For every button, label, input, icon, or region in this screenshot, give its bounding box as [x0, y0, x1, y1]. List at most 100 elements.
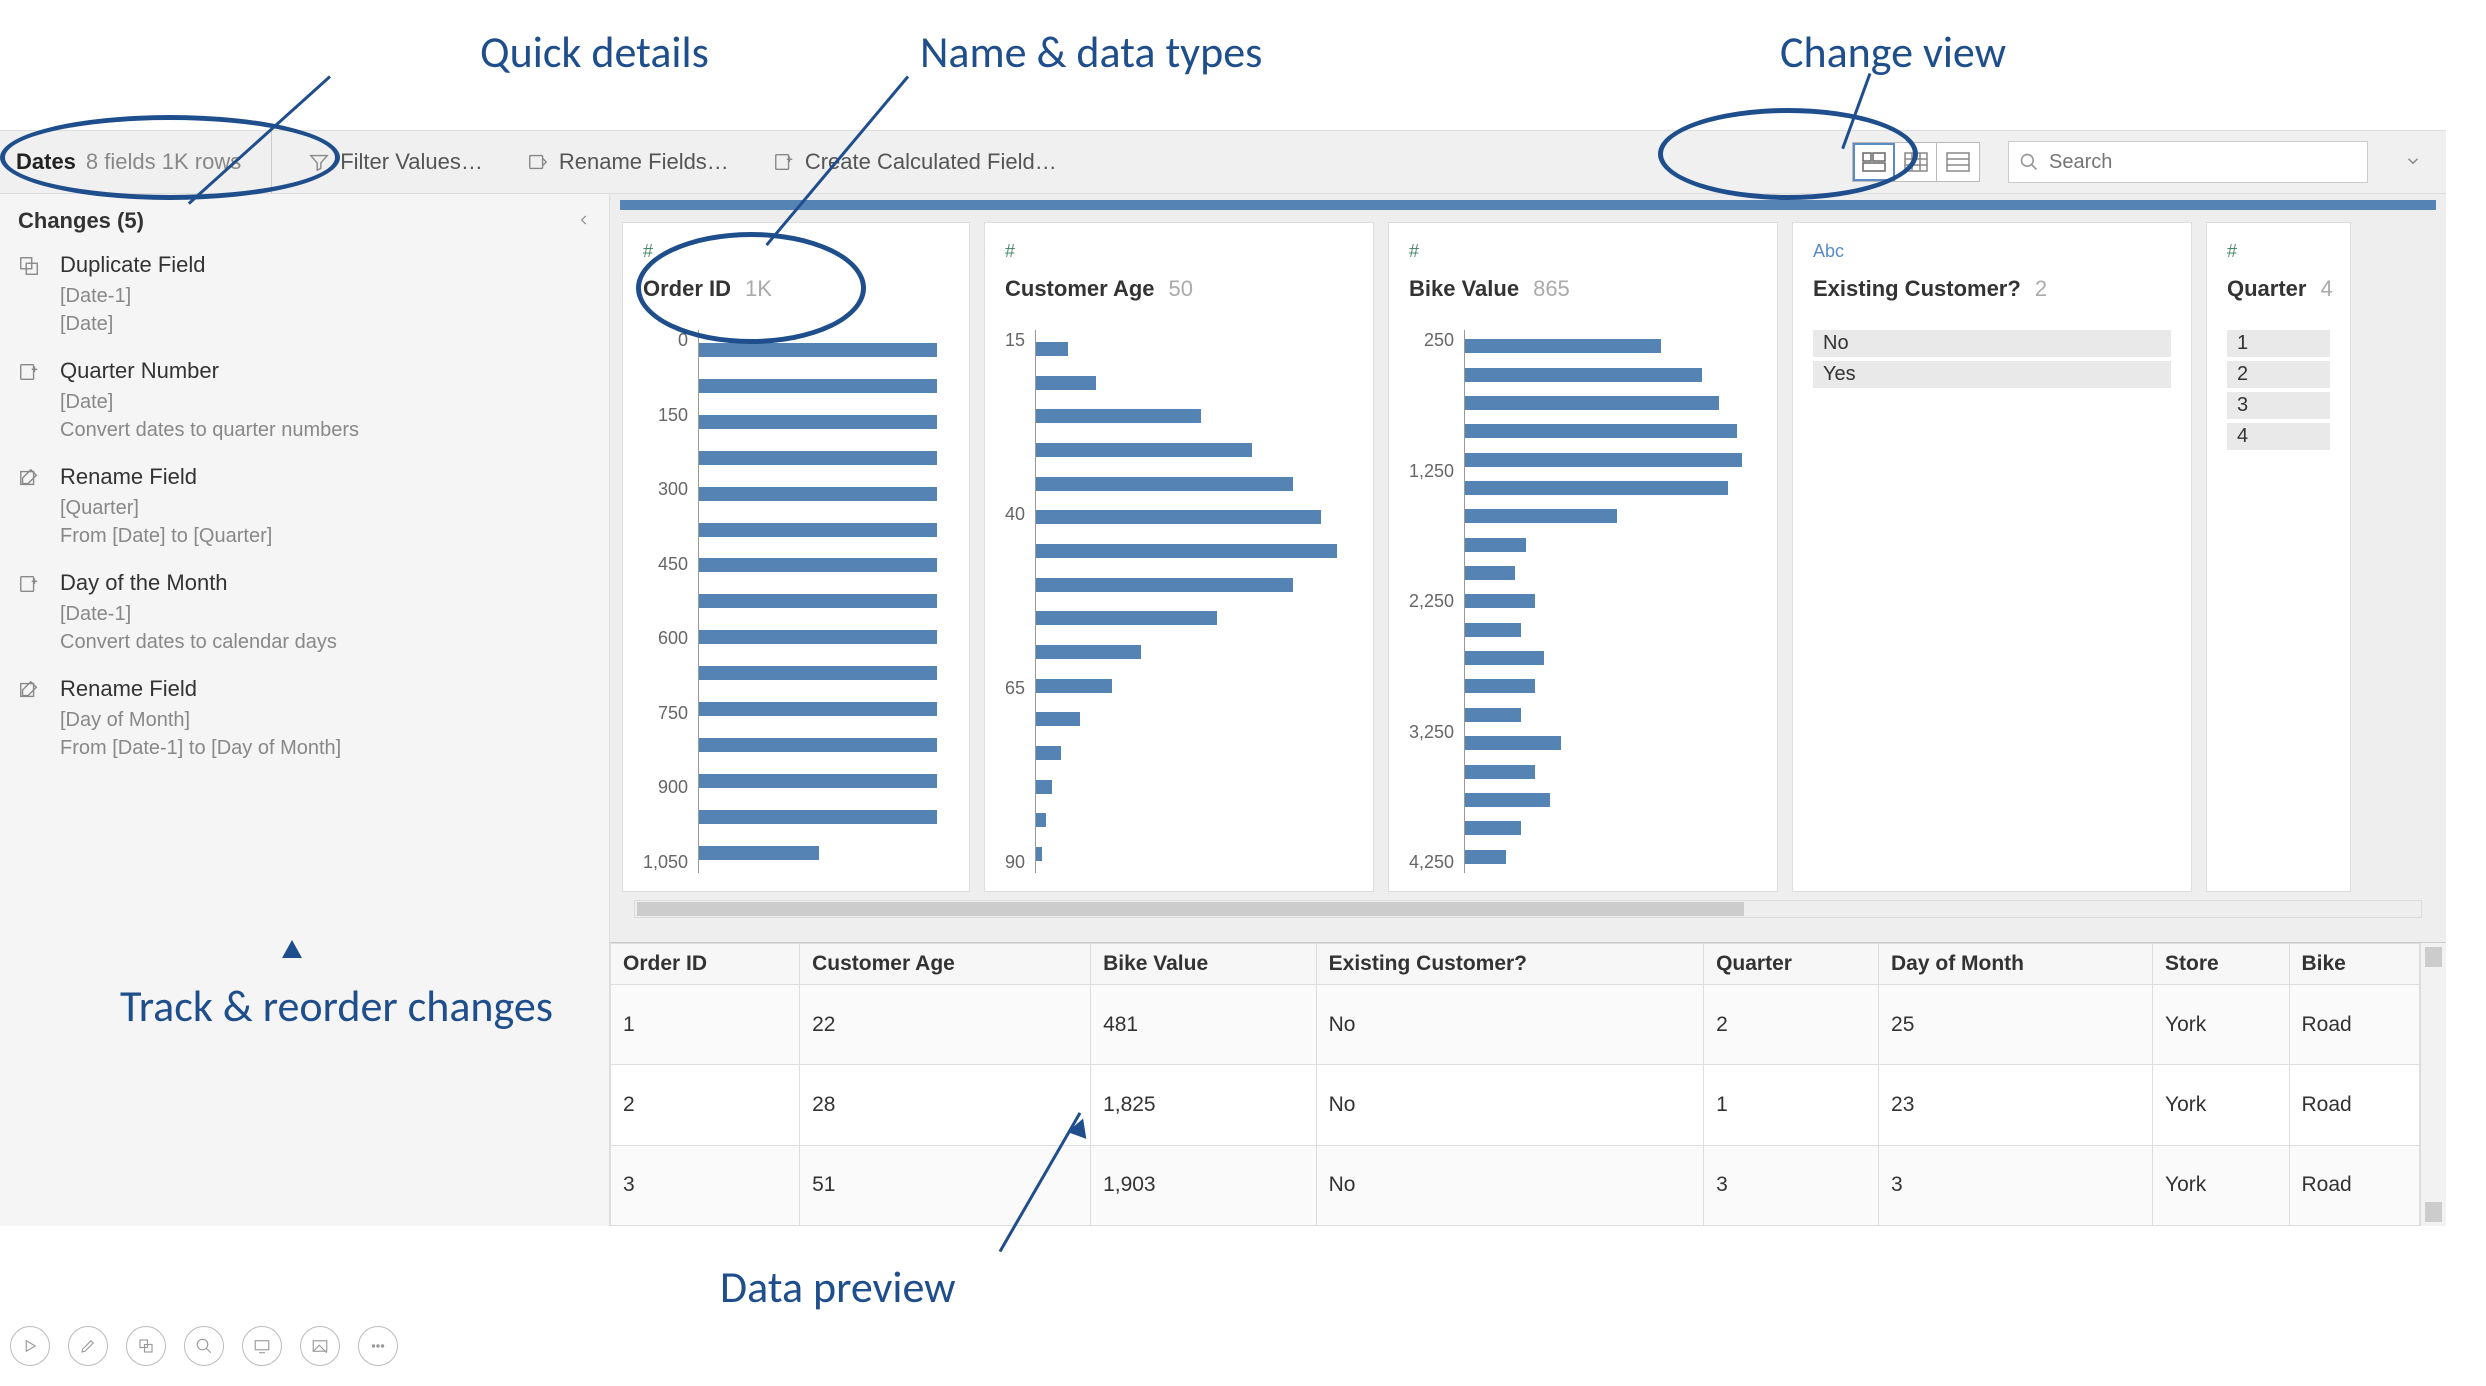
change-sub: From [Date] to [Quarter] — [60, 522, 591, 550]
column-header[interactable]: Day of Month — [1879, 944, 2153, 985]
footer-monitor-button[interactable] — [242, 1326, 282, 1366]
cell: 22 — [800, 985, 1091, 1065]
profile-card-orderid[interactable]: # Order ID1K 01503004506007509001,050 — [622, 222, 970, 892]
card-chart: 15406590 — [1005, 330, 1353, 873]
type-indicator: # — [1005, 241, 1353, 262]
cell: Road — [2289, 985, 2420, 1065]
footer-play-button[interactable] — [10, 1326, 50, 1366]
cards-hscrollbar[interactable] — [634, 900, 2422, 918]
footer-edit-button[interactable] — [68, 1326, 108, 1366]
change-title: Quarter Number — [60, 358, 591, 384]
category-row[interactable]: 2 — [2227, 361, 2330, 388]
cell: 1,903 — [1091, 1145, 1317, 1225]
card-count: 2 — [2035, 276, 2047, 302]
main-panel: # Order ID1K 01503004506007509001,050# C… — [610, 194, 2446, 1226]
duplicate-icon — [18, 255, 46, 338]
change-item[interactable]: Rename Field [Quarter] From [Date] to [Q… — [18, 464, 591, 550]
change-item[interactable]: Rename Field [Day of Month] From [Date-1… — [18, 676, 591, 762]
change-sub: Convert dates to calendar days — [60, 628, 591, 656]
annotation-change-view: Change view — [1780, 25, 2006, 79]
source-meta: 8 fields 1K rows — [86, 149, 241, 175]
view-switcher — [1852, 142, 1980, 182]
view-list-button[interactable] — [1937, 143, 1979, 181]
card-chart: No Yes — [1813, 330, 2171, 873]
expand-chevron[interactable] — [2396, 152, 2430, 173]
filter-values-button[interactable]: Filter Values… — [300, 143, 491, 181]
cell: 481 — [1091, 985, 1317, 1065]
footer-image-button[interactable] — [300, 1326, 340, 1366]
column-header[interactable]: Store — [2153, 944, 2289, 985]
column-header[interactable]: Customer Age — [800, 944, 1091, 985]
change-sub: [Day of Month] — [60, 706, 591, 734]
changes-sidebar: Changes (5) Duplicate Field [Date-1] [Da… — [0, 194, 610, 1226]
card-count: 865 — [1533, 276, 1570, 302]
grid-vscrollbar[interactable] — [2420, 943, 2446, 1226]
card-title: Customer Age — [1005, 276, 1155, 302]
card-title: Order ID — [643, 276, 731, 302]
column-header[interactable]: Order ID — [611, 944, 800, 985]
search-box[interactable] — [2008, 141, 2368, 183]
annotation-quick-details: Quick details — [480, 25, 709, 79]
change-item[interactable]: Duplicate Field [Date-1] [Date] — [18, 252, 591, 338]
change-sub: [Quarter] — [60, 494, 591, 522]
cell: 2 — [611, 1065, 800, 1145]
change-sub: [Date-1] — [60, 282, 591, 310]
change-title: Rename Field — [60, 676, 591, 702]
category-row[interactable]: Yes — [1813, 361, 2171, 388]
cell: 51 — [800, 1145, 1091, 1225]
change-sub: [Date] — [60, 310, 591, 338]
footer-zoom-button[interactable] — [184, 1326, 224, 1366]
table-row[interactable]: 2281,825No123YorkRoad — [611, 1065, 2420, 1145]
card-chart: 2501,2502,2503,2504,250 — [1409, 330, 1757, 873]
cell: 3 — [1879, 1145, 2153, 1225]
calc-icon — [18, 361, 46, 444]
column-header[interactable]: Bike Value — [1091, 944, 1317, 985]
change-item[interactable]: Quarter Number [Date] Convert dates to q… — [18, 358, 591, 444]
column-header[interactable]: Existing Customer? — [1316, 944, 1703, 985]
column-header[interactable]: Bike — [2289, 944, 2420, 985]
cell: 1 — [611, 985, 800, 1065]
rename-fields-button[interactable]: Rename Fields… — [519, 143, 737, 181]
column-header[interactable]: Quarter — [1704, 944, 1879, 985]
footer-icon-row — [10, 1326, 398, 1366]
footer-more-button[interactable] — [358, 1326, 398, 1366]
profile-card-bike[interactable]: # Bike Value865 2501,2502,2503,2504,250 — [1388, 222, 1778, 892]
card-count: 1K — [745, 276, 772, 302]
search-icon — [2019, 152, 2039, 172]
cell: Road — [2289, 1145, 2420, 1225]
source-name: Dates — [16, 149, 76, 175]
footer-copy-button[interactable] — [126, 1326, 166, 1366]
annotation-name-types: Name & data types — [920, 25, 1262, 79]
profile-card-quarter[interactable]: # Quarter4 1234 — [2206, 222, 2351, 892]
table-row[interactable]: 3511,903No33YorkRoad — [611, 1145, 2420, 1225]
sidebar-title: Changes (5) — [18, 208, 144, 234]
change-title: Rename Field — [60, 464, 591, 490]
change-sub: Convert dates to quarter numbers — [60, 416, 591, 444]
view-profile-button[interactable] — [1853, 143, 1895, 181]
category-row[interactable]: 3 — [2227, 392, 2330, 419]
card-title: Bike Value — [1409, 276, 1519, 302]
cell: 3 — [611, 1145, 800, 1225]
category-row[interactable]: 1 — [2227, 330, 2330, 357]
cell: 3 — [1704, 1145, 1879, 1225]
card-count: 50 — [1169, 276, 1193, 302]
view-grid-button[interactable] — [1895, 143, 1937, 181]
create-calculated-field-button[interactable]: Create Calculated Field… — [765, 143, 1065, 181]
cell: Road — [2289, 1065, 2420, 1145]
profile-card-exist[interactable]: Abc Existing Customer?2 NoYes — [1792, 222, 2192, 892]
change-sub: [Date-1] — [60, 600, 591, 628]
cell: 28 — [800, 1065, 1091, 1145]
sidebar-collapse-button[interactable] — [577, 211, 591, 232]
profile-card-age[interactable]: # Customer Age 50 15406590 — [984, 222, 1374, 892]
cell: No — [1316, 1145, 1703, 1225]
rename-icon — [18, 467, 46, 550]
table-row[interactable]: 122481No225YorkRoad — [611, 985, 2420, 1065]
data-preview-grid: Order IDCustomer AgeBike ValueExisting C… — [610, 942, 2446, 1226]
cell: 23 — [1879, 1065, 2153, 1145]
cell: No — [1316, 1065, 1703, 1145]
category-row[interactable]: 4 — [2227, 423, 2330, 450]
chevron-left-icon — [577, 213, 591, 227]
search-input[interactable] — [2049, 151, 2357, 174]
category-row[interactable]: No — [1813, 330, 2171, 357]
change-item[interactable]: Day of the Month [Date-1] Convert dates … — [18, 570, 591, 656]
